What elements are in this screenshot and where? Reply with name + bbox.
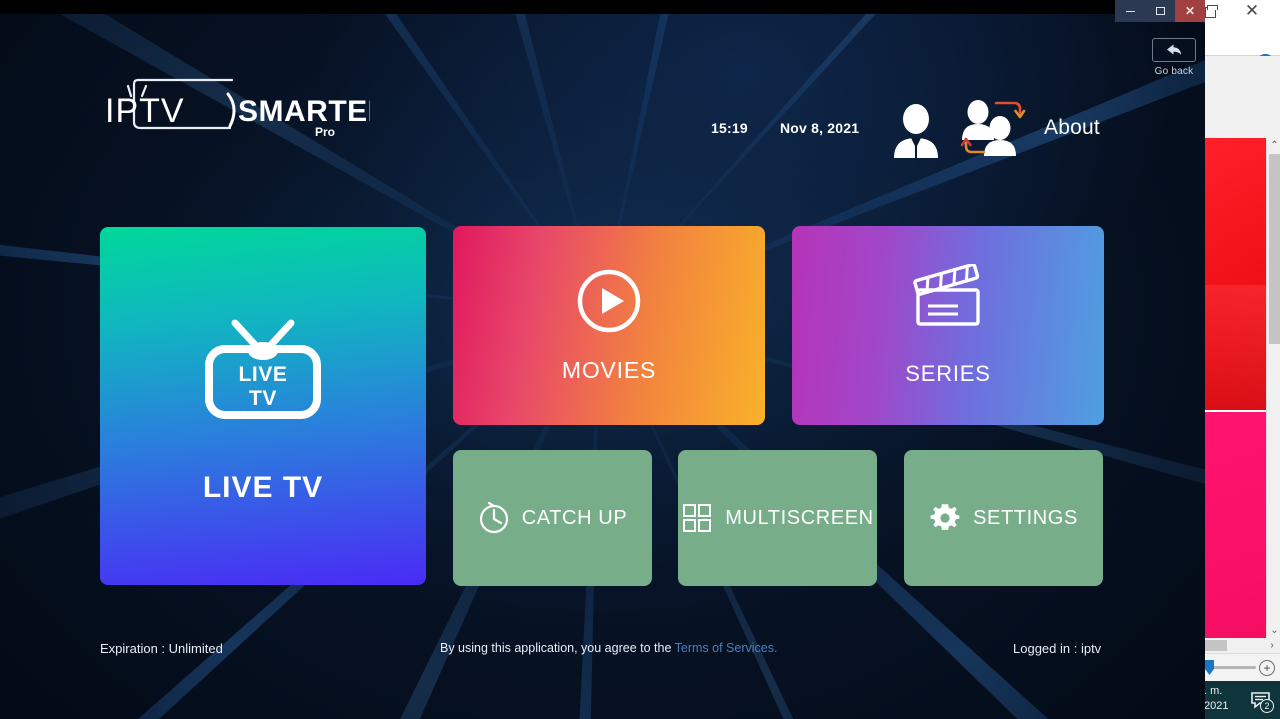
- scroll-down-icon[interactable]: ⌄: [1267, 623, 1280, 638]
- background-window-statusbar: +: [1201, 653, 1280, 681]
- svg-text:IPTV: IPTV: [105, 92, 185, 130]
- grid-four-icon: [681, 502, 713, 534]
- svg-text:Pro: Pro: [315, 125, 335, 138]
- tile-live-tv[interactable]: LIVE TV LIVE TV: [100, 227, 426, 585]
- svg-text:LIVE: LIVE: [238, 363, 287, 386]
- user-profile-icon[interactable]: [890, 102, 942, 158]
- tile-movies-label: MOVIES: [561, 357, 657, 383]
- tile-series-label: SERIES: [905, 361, 991, 386]
- tile-catch-up[interactable]: CATCH UP: [453, 450, 652, 586]
- screen-root: ✕ ⌃ ? ⌃ ⌄ › + . m. 2021: [0, 0, 1280, 719]
- maximize-button[interactable]: [1145, 0, 1175, 22]
- background-document-blank-area: [1201, 56, 1280, 138]
- vertical-scrollbar[interactable]: ⌃ ⌄: [1266, 138, 1280, 638]
- play-circle-icon: [576, 268, 642, 334]
- restore-window-icon[interactable]: [1203, 4, 1219, 18]
- switch-user-icon[interactable]: [960, 98, 1026, 158]
- close-icon[interactable]: ✕: [1243, 2, 1261, 20]
- iptv-smarters-app-window: ✕ Go back IPTV SMARTE Pro 15:19 Nov 8, 2…: [0, 0, 1205, 719]
- header-date: Nov 8, 2021: [780, 120, 860, 136]
- horizontal-scrollbar[interactable]: ›: [1201, 638, 1280, 653]
- notification-badge: 2: [1260, 699, 1274, 713]
- maximize-icon: [1155, 7, 1165, 15]
- svg-text:SMARTERS: SMARTERS: [238, 95, 370, 128]
- minimize-button[interactable]: [1115, 0, 1145, 22]
- app-content: Go back IPTV SMARTERS Pro: [0, 14, 1205, 719]
- zoom-in-icon[interactable]: +: [1259, 660, 1275, 676]
- tile-settings-label: SETTINGS: [973, 506, 1078, 529]
- window-control-buttons: ✕: [1115, 0, 1205, 22]
- television-icon: LIVE TV: [197, 315, 329, 425]
- terms-of-services-link[interactable]: Terms of Services.: [675, 641, 778, 655]
- taskbar-time: . m.: [1204, 685, 1223, 697]
- back-arrow-icon: [1167, 44, 1181, 55]
- notification-center-icon[interactable]: 2: [1250, 691, 1274, 713]
- minimize-icon: [1125, 10, 1135, 12]
- footer-logged-in: Logged in : iptv: [1013, 641, 1102, 656]
- header-time: 15:19: [711, 120, 748, 136]
- zoom-slider-handle[interactable]: [1205, 660, 1214, 675]
- go-back-label: Go back: [1154, 66, 1194, 77]
- go-back-box: [1152, 38, 1196, 62]
- tile-movies[interactable]: MOVIES: [453, 226, 765, 425]
- background-slide-red: [1202, 138, 1266, 410]
- clapperboard-icon: [910, 262, 986, 330]
- background-slide-pink: [1202, 412, 1266, 638]
- scroll-right-icon[interactable]: ›: [1265, 638, 1279, 653]
- tile-multiscreen[interactable]: MULTISCREEN: [678, 450, 877, 586]
- footer-expiration: Expiration : Unlimited: [100, 641, 223, 656]
- gear-icon: [929, 502, 961, 534]
- footer-agreement-text: By using this application, you agree to …: [440, 641, 675, 655]
- app-logo: IPTV SMARTERS Pro: [100, 76, 410, 139]
- background-window-ribbon: ⌃ ?: [1201, 24, 1280, 73]
- about-link[interactable]: About: [1044, 116, 1100, 140]
- tile-live-tv-label: LIVE TV: [202, 471, 324, 504]
- tile-multiscreen-label: MULTISCREEN: [725, 506, 874, 529]
- svg-text:TV: TV: [249, 387, 277, 410]
- tile-settings[interactable]: SETTINGS: [904, 450, 1103, 586]
- background-document-window[interactable]: ✕ ⌃ ? ⌃ ⌄ › +: [1200, 0, 1280, 700]
- taskbar: . m. 2021 2: [1200, 681, 1280, 719]
- scrollbar-thumb[interactable]: [1269, 154, 1280, 344]
- tile-catch-up-label: CATCH UP: [521, 506, 628, 529]
- background-window-titlebar: ✕: [1201, 0, 1280, 24]
- footer-agreement: By using this application, you agree to …: [440, 641, 777, 655]
- go-back-button[interactable]: Go back: [1150, 38, 1198, 77]
- tile-series[interactable]: SERIES: [792, 226, 1104, 425]
- app-titlebar[interactable]: [0, 0, 1205, 14]
- close-icon: ✕: [1184, 4, 1196, 18]
- scroll-up-icon[interactable]: ⌃: [1267, 138, 1280, 153]
- taskbar-date: 2021: [1204, 700, 1229, 712]
- close-button[interactable]: ✕: [1175, 0, 1205, 22]
- clock-icon: [478, 501, 510, 534]
